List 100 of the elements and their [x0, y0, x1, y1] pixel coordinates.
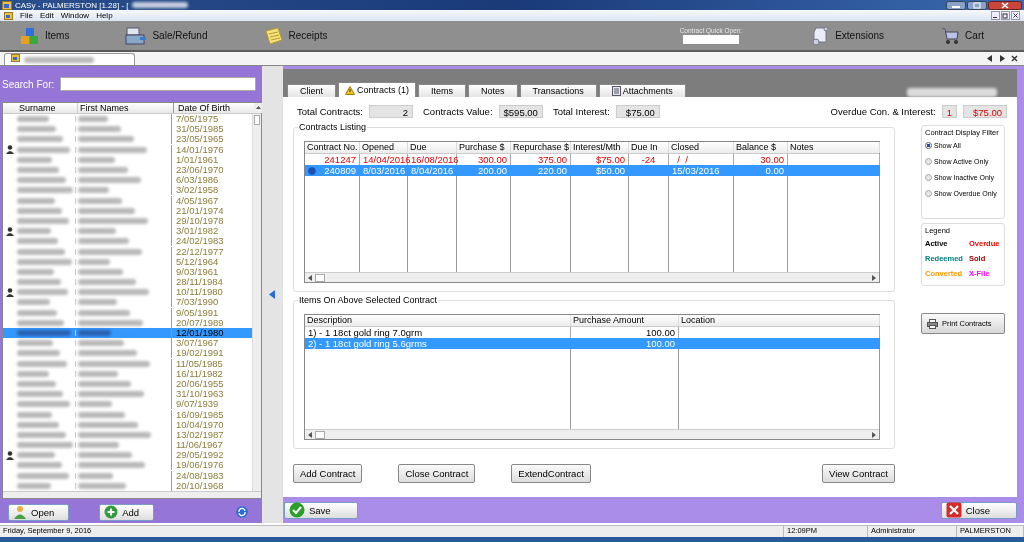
left-arrow-icon[interactable]: [987, 55, 993, 62]
list-row[interactable]: 20/10/1968: [3, 480, 252, 491]
scrollbar[interactable]: [305, 272, 879, 282]
close-icon[interactable]: [1011, 55, 1018, 62]
right-arrow-icon[interactable]: [999, 55, 1005, 62]
minimize-icon[interactable]: [991, 11, 1000, 20]
list-row[interactable]: 28/11/1984: [3, 277, 252, 288]
list-row[interactable]: 5/12/1964: [3, 256, 252, 267]
list-row[interactable]: 20/06/1955: [3, 378, 252, 390]
action-button[interactable]: View Contract: [822, 464, 895, 483]
list-row[interactable]: 9/05/1991: [3, 307, 252, 318]
radio-button[interactable]: [925, 189, 932, 197]
radio-button[interactable]: [925, 141, 932, 149]
right-arrow-icon[interactable]: [871, 431, 876, 438]
column-header[interactable]: Interest/Mth: [571, 142, 629, 153]
list-row[interactable]: 9/07/1939: [3, 399, 252, 410]
list-row[interactable]: 16/09/1985: [3, 409, 252, 420]
tab[interactable]: Client: [287, 84, 336, 97]
maximize-icon[interactable]: [967, 0, 987, 10]
toolbar-button[interactable]: Cart: [932, 25, 992, 46]
restore-icon[interactable]: [1001, 11, 1010, 20]
scrollbar[interactable]: [3, 490, 261, 498]
list-row[interactable]: 23/05/1965: [3, 134, 252, 145]
list-row[interactable]: 11/06/1967: [3, 440, 252, 451]
list-row[interactable]: 21/01/1974: [3, 205, 252, 216]
toolbar-button[interactable]: Receipts: [255, 26, 336, 45]
column-header[interactable]: Opened: [360, 142, 408, 153]
list-row[interactable]: 24/02/1983: [3, 236, 252, 247]
scroll-thumb[interactable]: [254, 115, 260, 125]
action-button[interactable]: ExtendContract: [511, 464, 591, 483]
toolbar-button[interactable]: Items: [12, 26, 78, 45]
toolbar-button[interactable]: Sale/Refund: [117, 26, 216, 45]
list-row[interactable]: 7/03/1990: [3, 297, 252, 308]
list-row[interactable]: 9/03/1961: [3, 266, 252, 277]
column-header[interactable]: Due: [408, 142, 457, 153]
list-row[interactable]: 10/04/1970: [3, 419, 252, 430]
quick-open-field[interactable]: [682, 35, 739, 44]
document-tab[interactable]: [4, 53, 135, 65]
list-row[interactable]: 31/10/1963: [3, 389, 252, 400]
search-field[interactable]: [60, 77, 256, 91]
column-header[interactable]: Balance $: [734, 142, 788, 153]
list-row[interactable]: 12/01/1980: [3, 327, 252, 339]
column-header[interactable]: Contract No.: [305, 142, 360, 153]
list-row[interactable]: 6/03/1986: [3, 175, 252, 186]
column-header[interactable]: First Names: [77, 103, 173, 113]
action-button[interactable]: Add Contract: [293, 464, 363, 483]
radio-button[interactable]: [925, 173, 932, 181]
toolbar-button[interactable]: Extensions: [802, 25, 893, 46]
list-row[interactable]: 13/02/1987: [3, 429, 252, 440]
list-row[interactable]: 4/05/1967: [3, 195, 252, 206]
column-header[interactable]: Surname: [17, 103, 77, 113]
column-header[interactable]: Closed: [669, 142, 734, 153]
column-header[interactable]: Location: [679, 315, 880, 326]
close-icon[interactable]: [1011, 11, 1020, 20]
list-row[interactable]: 29/10/1978: [3, 215, 252, 227]
menu-item[interactable]: Edit: [39, 11, 54, 20]
refresh-icon[interactable]: [236, 506, 248, 518]
list-row[interactable]: 1/01/1961: [3, 154, 252, 165]
collapse-arrow-icon[interactable]: [269, 290, 276, 299]
tab[interactable]: Transactions: [519, 84, 597, 97]
column-header[interactable]: Repurchase $: [511, 142, 571, 153]
tab[interactable]: Notes: [468, 84, 518, 97]
scrollbar[interactable]: [305, 429, 879, 439]
column-header[interactable]: Due In: [629, 142, 669, 153]
left-arrow-icon[interactable]: [308, 431, 313, 438]
column-header[interactable]: Description: [305, 315, 571, 326]
minimize-icon[interactable]: [946, 0, 966, 10]
radio-button[interactable]: [925, 157, 932, 165]
column-header[interactable]: Purchase $: [457, 142, 511, 153]
menu-item[interactable]: Window: [60, 11, 90, 20]
list-row[interactable]: 7/05/1975: [3, 114, 252, 125]
list-row[interactable]: 14/01/1976: [3, 144, 252, 155]
list-row[interactable]: 19/06/1976: [3, 460, 252, 471]
add-button[interactable]: Add: [99, 503, 155, 521]
list-row[interactable]: 23/06/1970: [3, 164, 252, 176]
list-row[interactable]: 31/05/1985: [3, 124, 252, 135]
right-arrow-icon[interactable]: [871, 274, 876, 281]
column-header[interactable]: Purchase Amount: [571, 315, 679, 326]
list-row[interactable]: 19/02/1991: [3, 348, 252, 359]
tab[interactable]: Attachments: [598, 84, 686, 97]
menu-item[interactable]: File: [20, 11, 33, 20]
list-row[interactable]: 10/11/1980: [3, 287, 252, 298]
save-button[interactable]: Save: [284, 501, 358, 519]
scrollbar[interactable]: [252, 114, 261, 491]
close-button[interactable]: Close: [940, 501, 1017, 519]
scroll-thumb[interactable]: [315, 273, 325, 282]
list-row[interactable]: 29/05/1992: [3, 450, 252, 461]
list-row[interactable]: 20/07/1989: [3, 317, 252, 328]
list-row[interactable]: 3/02/1958: [3, 185, 252, 196]
menu-item[interactable]: Help: [96, 11, 113, 20]
open-button[interactable]: Open: [8, 503, 70, 521]
left-arrow-icon[interactable]: [308, 274, 313, 281]
close-icon[interactable]: [988, 0, 1022, 10]
list-row[interactable]: 3/07/1967: [3, 338, 252, 349]
list-row[interactable]: 11/05/1985: [3, 358, 252, 369]
scroll-thumb[interactable]: [315, 430, 325, 439]
column-header[interactable]: Notes: [788, 142, 880, 153]
action-button[interactable]: Close Contract: [398, 464, 476, 483]
list-row[interactable]: 16/11/1982: [3, 368, 252, 379]
tab[interactable]: Contracts (1): [338, 82, 417, 97]
